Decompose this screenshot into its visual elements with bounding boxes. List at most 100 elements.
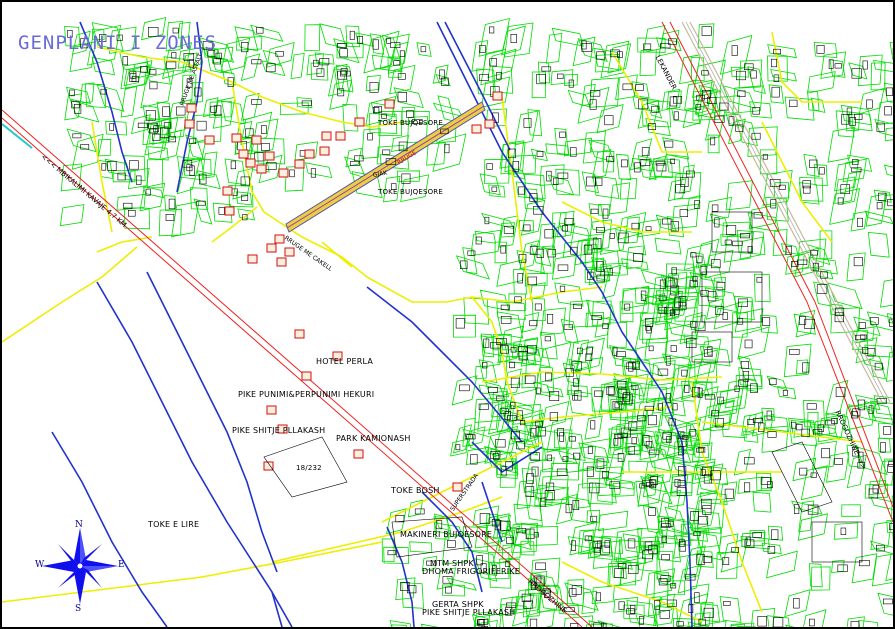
parcel [734,308,764,333]
parcel [768,84,784,104]
parcel [451,375,478,406]
building [793,504,800,514]
parcel [870,62,886,91]
building [559,432,564,442]
building [767,431,777,438]
building [664,140,674,148]
plot-marker [266,405,277,415]
building [799,467,808,476]
building [808,618,815,627]
parcel [290,53,305,79]
parcel [581,590,598,615]
building [702,505,712,515]
parcel [867,231,890,258]
plot-marker [471,124,482,134]
building [635,84,644,91]
parcel [120,86,138,118]
parcel [666,154,691,175]
plot-marker [231,133,242,143]
building [486,163,493,170]
parcel [344,156,366,179]
building [587,446,593,455]
building [480,626,488,627]
building [500,315,512,324]
building [129,160,139,170]
building [523,224,531,232]
building [604,540,610,548]
parcel [737,326,770,360]
plot-marker [222,186,233,196]
parcel [395,577,416,601]
parcel [827,126,856,163]
large-blocks [263,211,863,563]
building [529,320,538,327]
building [796,423,803,431]
building [339,48,348,58]
building [648,345,654,352]
parcel [304,162,333,179]
building [628,446,636,455]
label-pike-punimi: PIKE PUNIMI&PERPUNIMI HEKURI [238,390,375,399]
parcel [864,344,893,358]
parcel [209,101,232,118]
building [837,564,848,572]
building [534,303,542,311]
parcel [621,258,649,271]
parcel [240,53,261,81]
parcel [634,317,655,350]
building [518,186,525,195]
building [122,56,129,66]
building [604,115,614,126]
parcel [262,49,282,67]
parcel [615,229,647,256]
building [72,133,82,139]
building [853,257,863,267]
building [107,161,117,171]
parcel [639,49,657,77]
label-dhoma-frigoriferike: DHOMA FRIGORIFERIKE [422,567,520,576]
parcel [766,550,798,579]
parcel [608,182,631,215]
map-frame: GENPLANI I ZONES TOKE BUJQESORE TOKE BUJ… [0,0,895,629]
parcel [598,510,629,532]
building [218,207,225,215]
building [230,160,237,170]
map-title: GENPLANI I ZONES [18,32,218,54]
building [731,45,738,56]
parcel [737,476,763,494]
building [806,403,817,410]
building [771,529,779,540]
parcel [868,359,886,380]
parcel [596,104,624,134]
parcel [516,345,542,363]
parcel [266,41,295,68]
building [701,26,712,36]
plot-marker [294,329,305,339]
building [399,50,405,57]
parcel [719,596,742,623]
building [886,87,893,96]
building [802,180,811,189]
building [818,167,825,175]
building [557,73,564,79]
building [690,321,698,328]
building [736,318,744,325]
parcel [672,461,704,477]
building [478,74,489,81]
building [732,240,743,247]
parcel [220,37,251,73]
parcel [654,237,682,255]
parcel [800,465,828,501]
plot-marker [204,135,215,145]
building [773,617,784,627]
building [439,69,445,80]
parcel [797,513,828,541]
parcel [389,620,412,627]
parcel [777,386,797,400]
plot-marker [484,119,495,129]
parcel [432,102,463,117]
parcel [625,245,645,270]
parcel [847,154,873,172]
parcel [551,254,577,280]
building [648,507,656,516]
